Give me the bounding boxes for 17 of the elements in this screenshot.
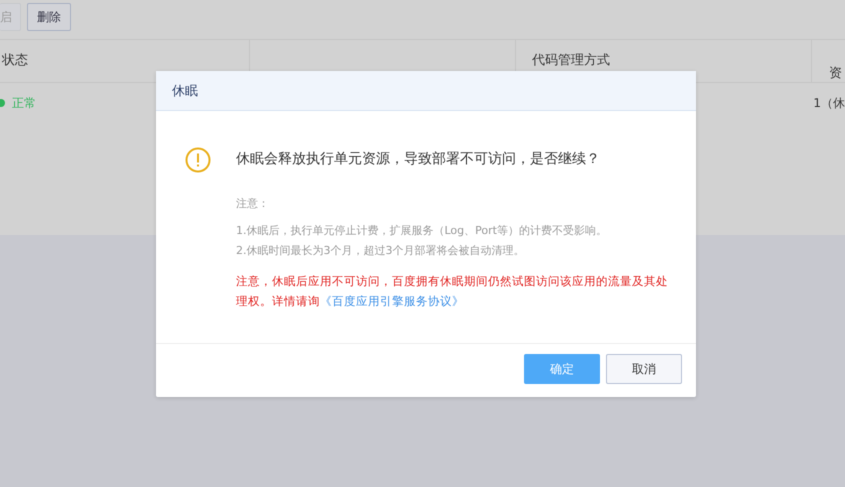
column-header: 代码管理方式 bbox=[532, 52, 610, 69]
confirm-button[interactable]: 确定 bbox=[524, 354, 600, 384]
note-title: 注意： bbox=[236, 196, 270, 211]
column-header: 资 bbox=[829, 65, 842, 82]
status-text: 正常 bbox=[12, 95, 36, 112]
note-line: 1.休眠后，执行单元停止计费，扩展服务（Log、Port等）的计费不受影响。 bbox=[236, 223, 608, 239]
dialog-title: 休眠 bbox=[172, 84, 198, 99]
table-cell: 1（休 bbox=[813, 96, 845, 110]
dialog-question: 休眠会释放执行单元资源，导致部署不可访问，是否继续？ bbox=[236, 150, 601, 168]
note-line: 2.休眠时间最长为3个月，超过3个月部署将会被自动清理。 bbox=[236, 243, 526, 259]
agreement-link[interactable]: 《百度应用引擎服务协议》 bbox=[320, 294, 464, 308]
toolbar-button[interactable]: 启 bbox=[0, 3, 21, 31]
warning-icon bbox=[185, 147, 211, 173]
column-header: 状态 bbox=[2, 52, 28, 69]
cancel-button[interactable]: 取消 bbox=[606, 354, 682, 384]
warning-text: 注意，休眠后应用不可访问，百度拥有休眠期间仍然试图访问该应用的流量及其处理权。详情请询《百度应用引擎服务协议》 bbox=[236, 273, 668, 310]
toolbar-button[interactable]: 删除 bbox=[27, 3, 71, 31]
